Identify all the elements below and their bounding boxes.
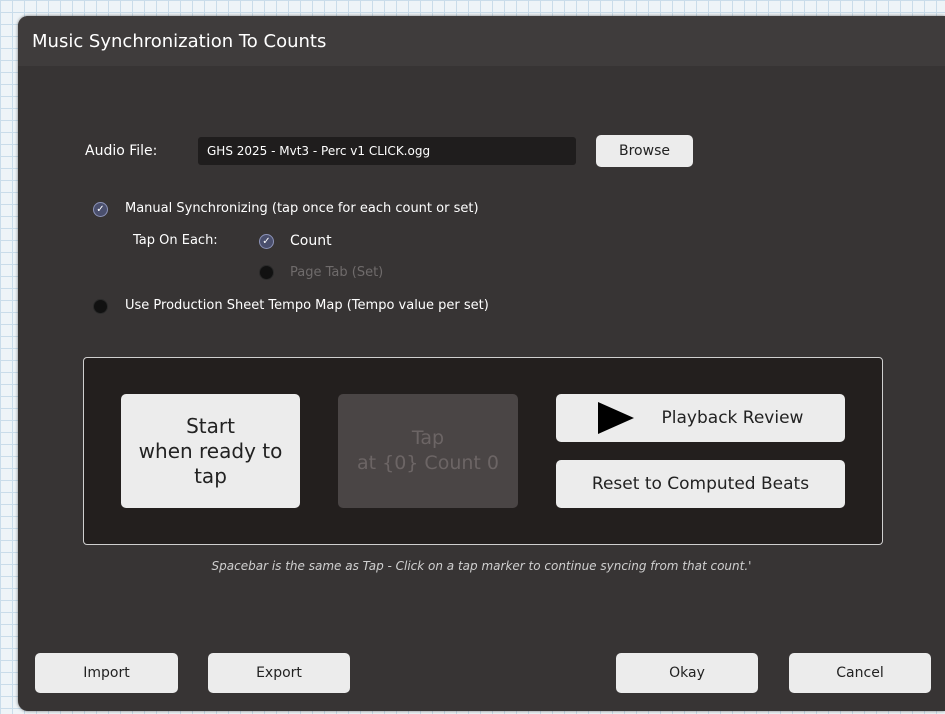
manual-sync-label: Manual Synchronizing (tap once for each … xyxy=(125,201,479,216)
audio-file-field[interactable]: GHS 2025 - Mvt3 - Perc v1 CLICK.ogg xyxy=(198,137,576,165)
tempo-map-label: Use Production Sheet Tempo Map (Tempo va… xyxy=(125,298,489,313)
hint-text: Spacebar is the same as Tap - Click on a… xyxy=(211,559,752,573)
tap-button-line: at {0} Count 0 xyxy=(357,452,499,474)
tap-button[interactable]: Tap at {0} Count 0 xyxy=(338,394,518,508)
page-tab-radio[interactable] xyxy=(259,265,274,280)
tempo-map-radio[interactable] xyxy=(93,299,108,314)
check-icon: ✓ xyxy=(96,204,105,215)
import-button[interactable]: Import xyxy=(35,653,178,693)
browse-button[interactable]: Browse xyxy=(596,135,693,167)
cancel-button[interactable]: Cancel xyxy=(789,653,931,693)
count-radio[interactable]: ✓ xyxy=(259,234,274,249)
tap-button-line: Tap xyxy=(411,427,445,450)
reset-beats-button[interactable]: Reset to Computed Beats xyxy=(556,460,845,508)
tap-on-each-label: Tap On Each: xyxy=(133,233,218,248)
audio-file-label: Audio File: xyxy=(85,143,158,159)
play-icon xyxy=(597,402,634,434)
start-button-line: tap xyxy=(194,463,227,488)
export-button[interactable]: Export xyxy=(208,653,350,693)
sync-dialog: Music Synchronization To Counts Audio Fi… xyxy=(18,16,945,711)
start-button[interactable]: Start when ready to tap xyxy=(121,394,300,508)
manual-sync-radio[interactable]: ✓ xyxy=(93,202,108,217)
page-tab-label: Page Tab (Set) xyxy=(290,265,384,280)
count-label: Count xyxy=(290,233,332,249)
okay-button[interactable]: Okay xyxy=(616,653,758,693)
playback-review-button[interactable]: Playback Review xyxy=(556,394,845,442)
dialog-title: Music Synchronization To Counts xyxy=(18,16,945,66)
start-button-line: when ready to xyxy=(138,438,283,463)
check-icon: ✓ xyxy=(262,236,271,247)
playback-review-label: Playback Review xyxy=(661,408,804,428)
start-button-line: Start xyxy=(186,413,235,438)
